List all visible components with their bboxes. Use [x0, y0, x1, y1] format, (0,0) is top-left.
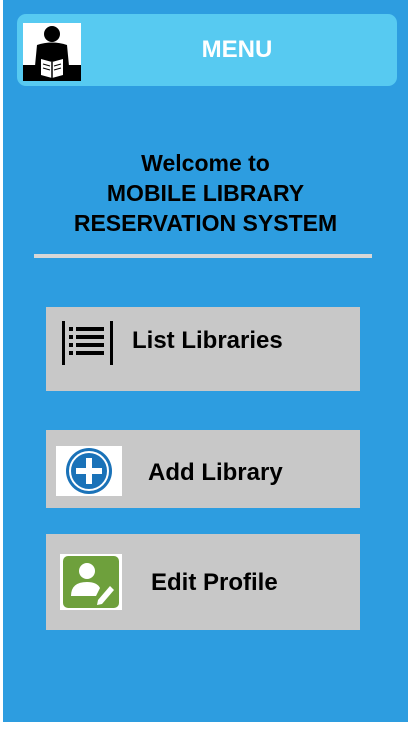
welcome-heading: Welcome to MOBILE LIBRARY RESERVATION SY…	[33, 148, 378, 238]
divider	[34, 254, 372, 258]
welcome-line-2: MOBILE LIBRARY	[106, 180, 305, 206]
list-libraries-label: List Libraries	[132, 327, 283, 354]
user-edit-icon	[60, 554, 122, 610]
menu-bar[interactable]: MENU	[17, 14, 397, 86]
reader-with-book-icon	[23, 23, 81, 81]
edit-profile-button[interactable]: Edit Profile	[46, 534, 360, 630]
list-icon	[60, 321, 116, 365]
plus-circle-icon	[56, 446, 122, 496]
welcome-line-3: RESERVATION SYSTEM	[73, 210, 338, 236]
add-library-button[interactable]: Add Library	[46, 430, 360, 508]
list-libraries-button[interactable]: List Libraries	[46, 307, 360, 391]
menu-title[interactable]: MENU	[182, 36, 292, 64]
add-library-label: Add Library	[148, 459, 283, 486]
welcome-line-1: Welcome to	[141, 150, 270, 176]
edit-profile-label: Edit Profile	[151, 569, 278, 596]
app-screen: MENU Welcome to MOBILE LIBRARY RESERVATI…	[3, 0, 408, 722]
